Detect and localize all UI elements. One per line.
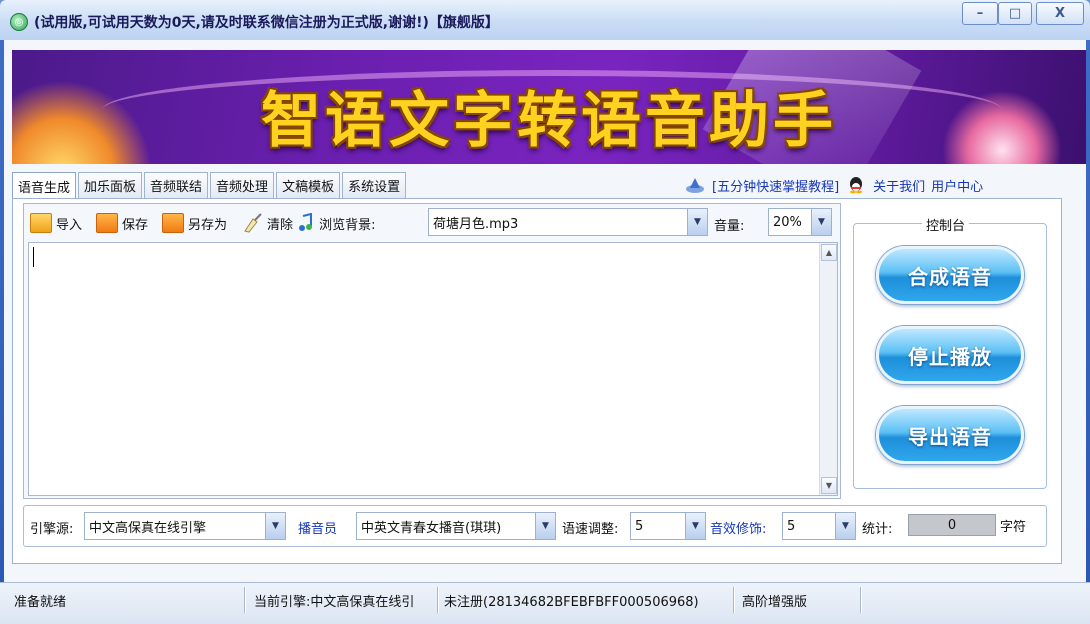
background-music-select[interactable]: 荷塘月色.mp3 ▼ — [428, 208, 708, 236]
tab-templates[interactable]: 文稿模板 — [276, 172, 341, 198]
minimize-button[interactable]: – — [962, 2, 998, 25]
status-divider — [860, 587, 862, 613]
close-button[interactable]: X — [1036, 2, 1084, 25]
banner-title: 智语文字转语音助手 — [261, 86, 837, 156]
effect-select[interactable]: 5 ▼ — [782, 512, 856, 540]
count-unit: 字符 — [1000, 520, 1027, 535]
speed-value: 5 — [635, 518, 644, 534]
editor-scrollbar[interactable]: ▲ ▼ — [819, 243, 837, 495]
engine-value: 中文高保真在线引擎 — [89, 520, 207, 536]
editor-toolbar: 导入 保存 另存为 清除 浏览背景: — [30, 208, 377, 238]
top-links: [五分钟快速掌握教程] 关于我们 用户中心 — [684, 173, 983, 197]
console-title: 控制台 — [922, 215, 970, 234]
tab-music-panel[interactable]: 加乐面板 — [78, 172, 143, 198]
effect-label: 音效修饰: — [710, 522, 767, 537]
status-edition: 高阶增强版 — [742, 594, 808, 610]
import-label: 导入 — [56, 217, 83, 233]
save-as-label: 另存为 — [188, 217, 228, 233]
broom-icon — [241, 213, 263, 233]
text-caret — [33, 247, 34, 267]
folder-icon — [30, 213, 52, 233]
client-area: 智语文字转语音助手 语音生成 加乐面板 音频联结 音频处理 文稿模板 系统设置 … — [4, 40, 1086, 582]
scroll-up-button[interactable]: ▲ — [821, 244, 837, 261]
count-label: 统计: — [862, 522, 893, 537]
character-count: 0 — [908, 514, 996, 536]
chevron-down-icon[interactable]: ▼ — [685, 513, 705, 539]
text-editor[interactable]: ▲ ▼ — [28, 242, 838, 496]
title-bar: ◎ (试用版,可试用天数为0天,请及时联系微信注册为正式版,谢谢!)【旗舰版】 … — [0, 0, 1090, 40]
announcer-select[interactable]: 中英文青春女播音(琪琪) ▼ — [356, 512, 556, 540]
about-link[interactable]: 关于我们 — [873, 176, 925, 195]
clear-button[interactable]: 清除 — [241, 213, 293, 233]
engine-label: 引擎源: — [30, 522, 74, 537]
speed-label: 语速调整: — [562, 522, 619, 537]
announcer-label: 播音员 — [298, 522, 338, 537]
scroll-down-button[interactable]: ▼ — [821, 477, 837, 494]
import-button[interactable]: 导入 — [30, 213, 82, 233]
save-button[interactable]: 保存 — [96, 213, 148, 233]
chevron-down-icon[interactable]: ▼ — [687, 209, 707, 235]
save-as-icon — [162, 213, 185, 233]
speed-select[interactable]: 5 ▼ — [630, 512, 706, 540]
engine-select[interactable]: 中文高保真在线引擎 ▼ — [84, 512, 286, 540]
synthesize-speech-button[interactable]: 合成语音 — [876, 246, 1024, 304]
status-engine: 当前引擎:中文高保真在线引 — [254, 594, 415, 610]
save-label: 保存 — [122, 217, 149, 233]
app-logo-icon: ◎ — [10, 13, 28, 31]
announcer-value: 中英文青春女播音(琪琪) — [361, 520, 502, 536]
volume-select[interactable]: 20% ▼ — [768, 208, 832, 236]
browse-background-button[interactable]: 浏览背景: — [297, 212, 376, 233]
stop-playback-button[interactable]: 停止播放 — [876, 326, 1024, 384]
status-bar: 准备就绪 当前引擎:中文高保真在线引 未注册(28134682BFEBFBFF0… — [0, 582, 1090, 624]
status-divider — [244, 587, 246, 613]
save-icon — [96, 213, 119, 233]
tab-audio-join[interactable]: 音频联结 — [144, 172, 209, 198]
background-music-value: 荷塘月色.mp3 — [433, 216, 519, 232]
tutorial-icon — [684, 176, 706, 194]
chevron-down-icon[interactable]: ▼ — [811, 209, 831, 235]
tab-audio-process[interactable]: 音频处理 — [210, 172, 275, 198]
status-divider — [733, 587, 735, 613]
status-ready: 准备就绪 — [14, 594, 67, 610]
volume-value: 20% — [773, 214, 802, 230]
tutorial-link[interactable]: [五分钟快速掌握教程] — [712, 176, 839, 195]
chevron-down-icon[interactable]: ▼ — [835, 513, 855, 539]
qq-icon — [845, 176, 867, 194]
control-console: 控制台 合成语音 停止播放 导出语音 — [853, 215, 1047, 489]
user-center-link[interactable]: 用户中心 — [931, 176, 983, 195]
chevron-down-icon[interactable]: ▼ — [265, 513, 285, 539]
tab-speech-generate[interactable]: 语音生成 — [12, 172, 77, 199]
browse-background-label: 浏览背景: — [319, 217, 376, 233]
voice-settings-bar: 引擎源: 中文高保真在线引擎 ▼ 播音员 中英文青春女播音(琪琪) ▼ 语速调整… — [23, 505, 1047, 547]
tab-system-settings[interactable]: 系统设置 — [342, 172, 407, 198]
music-note-icon — [297, 212, 315, 233]
window-title: (试用版,可试用天数为0天,请及时联系微信注册为正式版,谢谢!)【旗舰版】 — [34, 15, 499, 31]
tab-bar: 语音生成 加乐面板 音频联结 音频处理 文稿模板 系统设置 — [12, 172, 408, 199]
volume-label: 音量: — [714, 219, 745, 234]
clear-label: 清除 — [267, 217, 294, 233]
effect-value: 5 — [787, 518, 796, 534]
app-window: ◎ (试用版,可试用天数为0天,请及时联系微信注册为正式版,谢谢!)【旗舰版】 … — [0, 0, 1090, 624]
status-registration: 未注册(28134682BFEBFBFF000506968) — [444, 594, 699, 610]
chevron-down-icon[interactable]: ▼ — [535, 513, 555, 539]
editor-group: 导入 保存 另存为 清除 浏览背景: 荷塘月色.mp3 ▼ 音量: 20% ▼ … — [23, 203, 841, 499]
export-speech-button[interactable]: 导出语音 — [876, 406, 1024, 464]
speech-panel: 导入 保存 另存为 清除 浏览背景: 荷塘月色.mp3 ▼ 音量: 20% ▼ … — [12, 198, 1062, 564]
banner: 智语文字转语音助手 — [12, 50, 1086, 164]
save-as-button[interactable]: 另存为 — [162, 213, 227, 233]
maximize-button[interactable]: □ — [998, 2, 1032, 25]
